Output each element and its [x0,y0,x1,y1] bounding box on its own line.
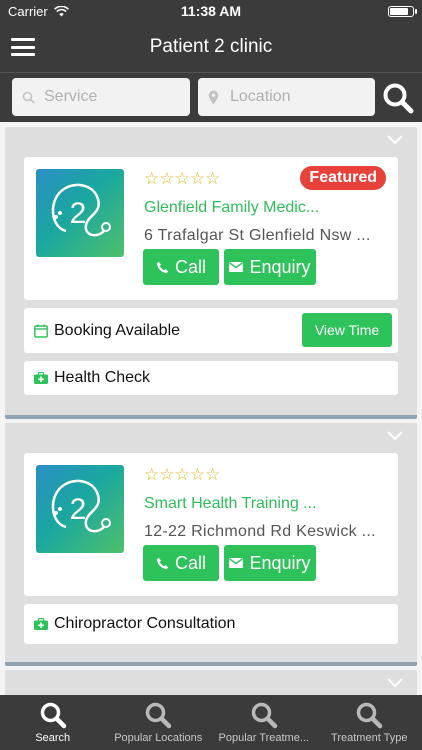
search-button[interactable] [382,82,414,114]
medical-kit-icon [34,372,48,384]
service-label: Health Check [54,369,151,386]
listing-main[interactable]: 2 ☆☆☆☆☆ Featured Glenfield Family Medic.… [24,157,398,300]
tab-popular-treatments[interactable]: Popular Treatme... [211,695,317,750]
nav-bar: Patient 2 clinic [0,22,422,72]
rating-stars: ☆☆☆☆☆ [144,169,221,188]
enquiry-label: Enquiry [249,552,311,573]
search-icon [383,83,414,114]
chevron-down-icon[interactable] [387,678,403,688]
tab-label: Popular Locations [114,732,203,744]
call-label: Call [174,256,206,277]
chevron-down-icon[interactable] [387,135,403,145]
chevron-down-icon[interactable] [387,431,403,441]
booking-label: Booking Available [54,321,181,339]
call-button[interactable]: Call [143,545,219,581]
location-field[interactable] [198,78,375,116]
featured-badge: Featured [300,166,386,190]
service-row: Chiropractor Consultation [24,604,398,644]
phone-icon [156,557,169,569]
tab-search[interactable]: Search [0,695,106,750]
service-label: Chiropractor Consultation [54,615,236,632]
enquiry-button[interactable]: Enquiry [224,545,316,581]
search-icon [22,90,36,104]
stethoscope-icon: 2 [51,479,111,533]
envelope-icon [229,558,244,568]
listing-main[interactable]: 2 ☆☆☆☆☆ Smart Health Training ... 12-22 … [24,453,398,596]
status-bar: Carrier 11:38 AM [0,0,422,22]
clinic-name[interactable]: Smart Health Training ... [144,495,317,513]
booking-row: Booking Available View Time [24,308,398,353]
listing-card: 2 ☆☆☆☆☆ Featured Glenfield Family Medic.… [5,127,417,419]
wifi-icon [53,5,69,16]
tab-popular-locations[interactable]: Popular Locations [106,695,212,750]
clinic-address: 6 Trafalgar St Glenfield Nsw ... [144,227,371,244]
search-icon [40,702,66,729]
phone-icon [156,261,169,273]
location-input[interactable] [230,88,350,106]
clinic-name[interactable]: Glenfield Family Medic... [144,199,319,217]
enquiry-label: Enquiry [249,256,311,277]
tab-label: Popular Treatme... [218,732,310,744]
listing-list[interactable]: 2 ☆☆☆☆☆ Featured Glenfield Family Medic.… [0,122,422,695]
battery-icon [388,5,417,17]
enquiry-button[interactable]: Enquiry [224,249,316,285]
tab-label: Treatment Type [331,732,408,744]
menu-button[interactable] [11,38,35,56]
svg-text:2: 2 [70,197,87,230]
view-time-button[interactable]: View Time [302,313,392,347]
envelope-icon [229,262,244,272]
rating-stars: ☆☆☆☆☆ [144,465,221,484]
svg-text:2: 2 [70,493,87,526]
medical-kit-icon [34,618,48,630]
page-title: Patient 2 clinic [149,36,273,57]
tab-treatment-type[interactable]: Treatment Type [317,695,422,750]
clinic-logo: 2 [36,169,124,257]
calendar-icon [34,324,48,338]
search-bar [0,72,422,122]
service-input[interactable] [44,88,164,106]
tab-label: Search [35,732,71,744]
menu-icon [11,38,35,41]
search-icon [357,702,383,729]
listing-card: 2 ☆☆☆☆☆ Smart Health Training ... 12-22 … [5,423,417,666]
stethoscope-icon: 2 [51,183,111,237]
tab-bar: Search Popular Locations Popular Treatme… [0,695,422,750]
call-button[interactable]: Call [143,249,219,285]
search-icon [146,702,172,729]
service-field[interactable] [12,78,190,116]
clinic-address: 12-22 Richmond Rd Keswick ... [144,523,376,540]
carrier-label: Carrier [8,3,48,19]
listing-card [5,670,417,695]
service-row: Health Check [24,361,398,395]
clinic-logo: 2 [36,465,124,553]
search-icon [251,702,277,729]
location-pin-icon [208,90,222,104]
call-label: Call [174,552,206,573]
